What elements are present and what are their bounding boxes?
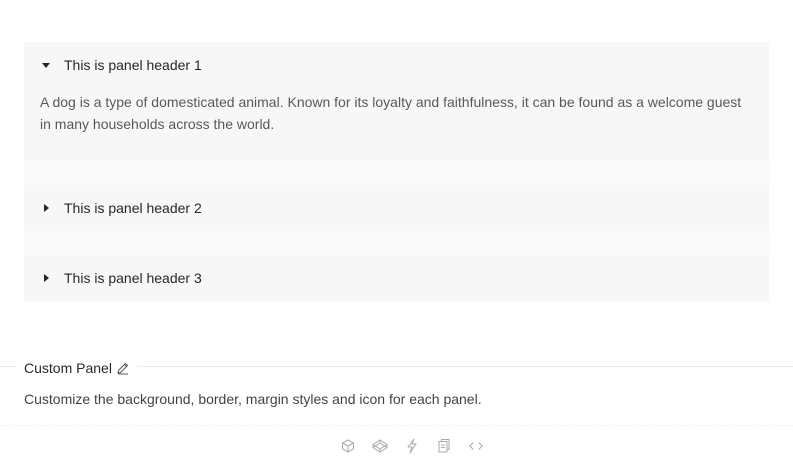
demo-title-text: Custom Panel bbox=[24, 360, 112, 376]
page: This is panel header 1 A dog is a type o… bbox=[0, 0, 793, 466]
divider bbox=[0, 425, 793, 426]
riddle-icon[interactable] bbox=[404, 438, 420, 454]
codepen-icon[interactable] bbox=[372, 438, 388, 454]
panel-header-3[interactable]: This is panel header 3 bbox=[24, 255, 769, 301]
collapse-panel-1: This is panel header 1 A dog is a type o… bbox=[24, 42, 769, 161]
panel-header-label: This is panel header 3 bbox=[64, 270, 202, 286]
panel-header-label: This is panel header 2 bbox=[64, 200, 202, 216]
copy-icon[interactable] bbox=[436, 438, 452, 454]
collapse-panel-2: This is panel header 2 bbox=[24, 185, 769, 231]
panel-content-1: A dog is a type of domesticated animal. … bbox=[24, 88, 769, 161]
demo-title: Custom Panel bbox=[17, 359, 137, 377]
caret-right-icon bbox=[40, 202, 52, 214]
code-icon[interactable] bbox=[468, 438, 484, 454]
demo-meta: Custom Panel Customize the background, b… bbox=[0, 359, 793, 425]
codesandbox-icon[interactable] bbox=[340, 438, 356, 454]
caret-down-icon bbox=[40, 59, 52, 71]
collapse: This is panel header 1 A dog is a type o… bbox=[24, 42, 769, 301]
caret-right-icon bbox=[40, 272, 52, 284]
demo-actions bbox=[340, 438, 484, 454]
panel-content-text: A dog is a type of domesticated animal. … bbox=[40, 94, 742, 132]
collapse-panel-3: This is panel header 3 bbox=[24, 255, 769, 301]
edit-icon[interactable] bbox=[116, 361, 130, 375]
panel-header-label: This is panel header 1 bbox=[64, 57, 202, 73]
panel-header-1[interactable]: This is panel header 1 bbox=[24, 42, 769, 88]
panel-header-2[interactable]: This is panel header 2 bbox=[24, 185, 769, 231]
demo-description: Customize the background, border, margin… bbox=[24, 391, 482, 407]
